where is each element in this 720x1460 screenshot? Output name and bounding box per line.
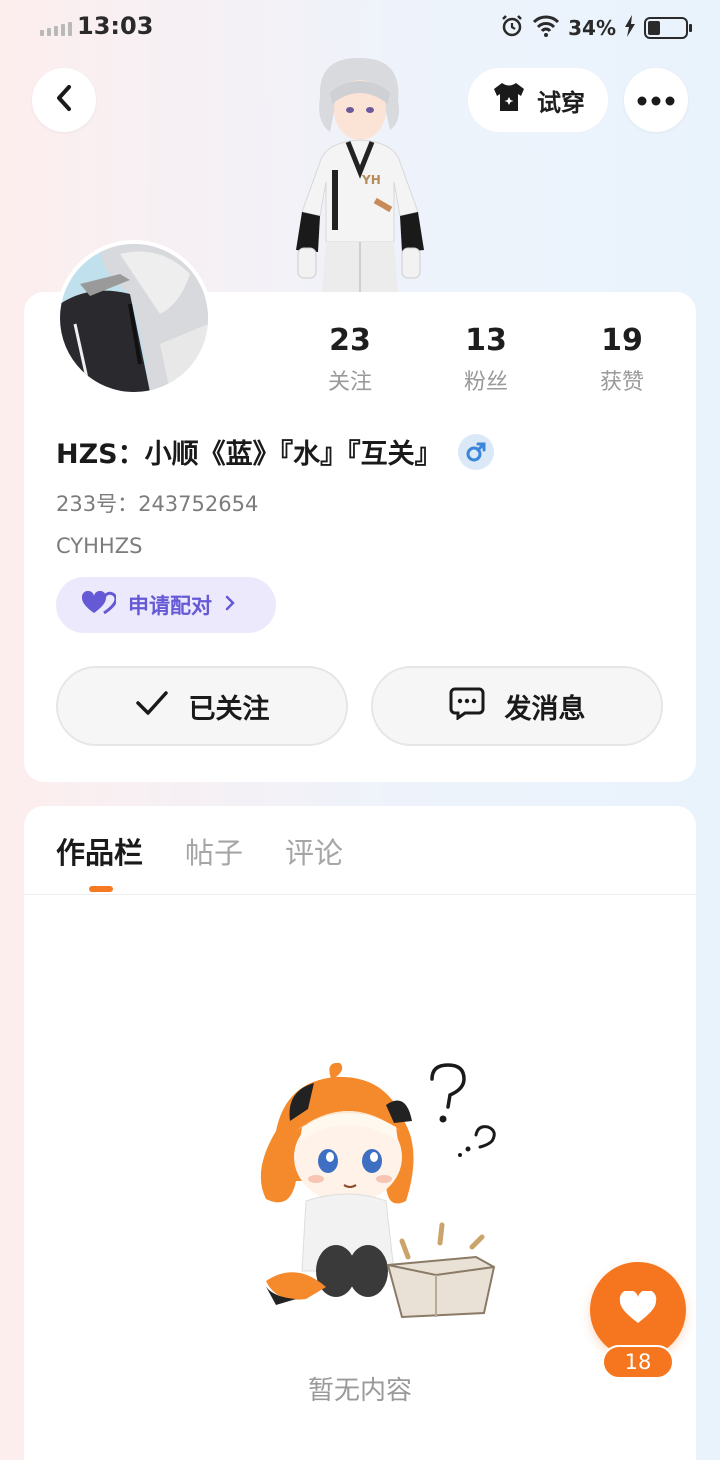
charging-icon: [624, 15, 636, 41]
content-tabs: 作品栏 帖子 评论: [56, 830, 343, 892]
double-heart-icon: [81, 590, 118, 620]
chevron-right-icon: [224, 593, 236, 617]
chat-bubble-icon: [449, 686, 485, 727]
signal-icon: [40, 22, 72, 36]
stat-likes-count: 19: [601, 323, 643, 358]
back-arrow-icon: [53, 83, 75, 117]
battery-fill: [648, 21, 660, 35]
followed-button[interactable]: 已关注: [56, 666, 348, 746]
request-pair-label: 申请配对: [128, 594, 212, 618]
more-dots-icon: [637, 91, 675, 110]
battery-percent: 34%: [568, 16, 616, 40]
tab-works[interactable]: 作品栏: [56, 830, 143, 892]
stat-following-count: 23: [329, 323, 371, 358]
male-gender-icon: [457, 433, 494, 470]
try-on-button[interactable]: 试穿: [468, 68, 608, 132]
back-button[interactable]: [32, 68, 96, 132]
svg-text:YH: YH: [361, 173, 381, 187]
stat-fans[interactable]: 13 粉丝: [418, 322, 554, 396]
alarm-icon: [500, 14, 524, 42]
empty-state-illustration: [236, 1061, 506, 1331]
user-id: 233号：243752654: [56, 492, 259, 516]
tshirt-icon: [491, 81, 527, 119]
send-message-label: 发消息: [504, 693, 586, 725]
more-options-button[interactable]: [624, 68, 688, 132]
send-message-button[interactable]: 发消息: [371, 666, 663, 746]
avatar-3d-figure[interactable]: YH: [290, 52, 430, 292]
status-bar: 13:03 34%: [0, 0, 720, 56]
tabs-divider: [24, 894, 696, 895]
profile-stats: 23 关注 13 粉丝 19 获赞: [304, 322, 696, 396]
battery-icon: [644, 17, 692, 39]
stat-likes-label: 获赞: [599, 370, 644, 395]
heart-icon: [619, 1289, 657, 1329]
request-pair-button[interactable]: 申请配对: [56, 577, 276, 633]
like-count-badge: 18: [602, 1345, 674, 1379]
try-on-label: 试穿: [537, 88, 585, 117]
checkmark-icon: [135, 690, 169, 723]
user-name: HZS：小顺《蓝》『水』『互关』: [56, 439, 442, 470]
stat-likes[interactable]: 19 获赞: [554, 322, 690, 396]
status-time: 13:03: [77, 12, 154, 40]
followed-label: 已关注: [188, 693, 270, 725]
tab-posts[interactable]: 帖子: [185, 830, 243, 872]
stat-following[interactable]: 23 关注: [282, 322, 418, 396]
stat-fans-count: 13: [465, 323, 507, 358]
stat-following-label: 关注: [327, 370, 372, 395]
empty-state-text: 暂无内容: [307, 1376, 412, 1406]
like-fab-button[interactable]: [590, 1262, 686, 1358]
wifi-icon: [532, 15, 560, 41]
stat-fans-label: 粉丝: [463, 370, 508, 395]
content-card: 作品栏 帖子 评论 暂无内容: [24, 806, 696, 1460]
user-signature: CYHHZS: [56, 534, 143, 558]
avatar[interactable]: [56, 240, 212, 396]
tab-comments[interactable]: 评论: [285, 830, 343, 872]
